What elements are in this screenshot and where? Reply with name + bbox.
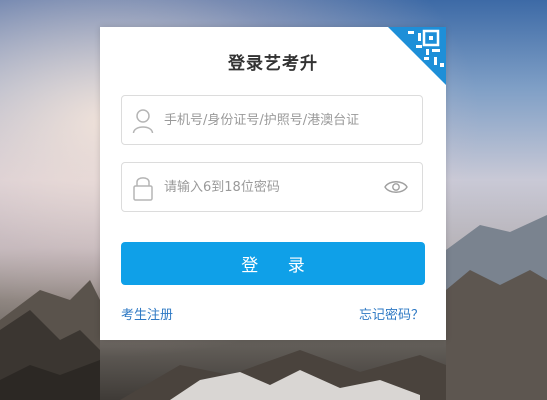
username-field <box>121 95 423 145</box>
lock-icon <box>133 177 153 201</box>
password-field <box>121 162 423 212</box>
login-card: 登录艺考升 登 录 考生注册 忘记密码？ <box>100 27 446 340</box>
login-button[interactable]: 登 录 <box>121 242 425 285</box>
page-title: 登录艺考升 <box>228 54 318 74</box>
user-icon <box>132 109 154 134</box>
password-input[interactable] <box>164 163 384 211</box>
eye-icon[interactable] <box>384 179 408 195</box>
username-input[interactable] <box>164 96 384 144</box>
register-link[interactable]: 考生注册 <box>121 304 173 323</box>
forgot-password-link[interactable]: 忘记密码？ <box>359 304 424 323</box>
